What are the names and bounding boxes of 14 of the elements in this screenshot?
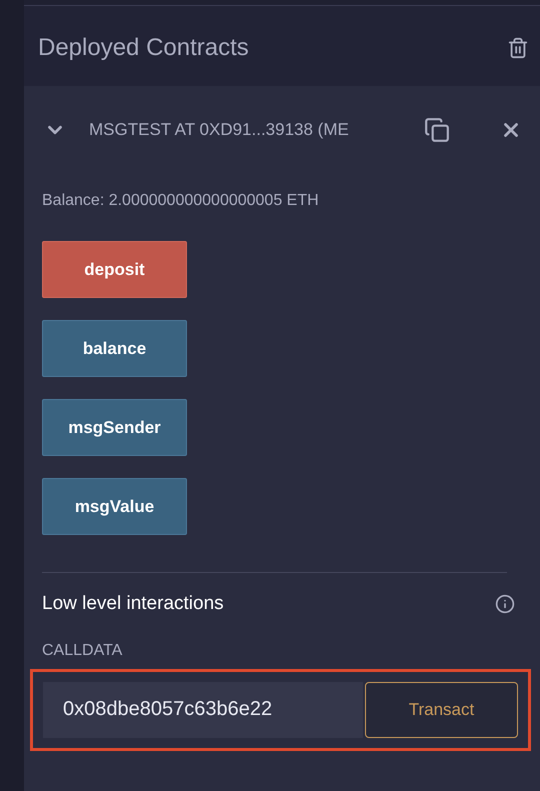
section-heading: Low level interactions: [42, 592, 224, 616]
function-button[interactable]: balance: [42, 320, 187, 377]
function-button[interactable]: deposit: [42, 241, 187, 298]
contract-title: MSGTEST AT 0XD91...39138 (ME: [89, 119, 350, 142]
calldata-field[interactable]: 0x08dbe8057c63b6e22: [43, 682, 363, 738]
copy-icon[interactable]: [424, 117, 450, 143]
function-button[interactable]: msgSender: [42, 399, 187, 456]
balance-text: Balance: 2.000000000000000005 ETH: [42, 191, 320, 211]
transact-button[interactable]: Transact: [365, 682, 518, 738]
delete-icon[interactable]: [507, 37, 529, 59]
function-button[interactable]: msgValue: [42, 478, 187, 535]
section-title: Deployed Contracts: [38, 33, 249, 63]
calldata-label: CALLDATA: [42, 640, 124, 660]
info-icon[interactable]: [495, 594, 515, 614]
